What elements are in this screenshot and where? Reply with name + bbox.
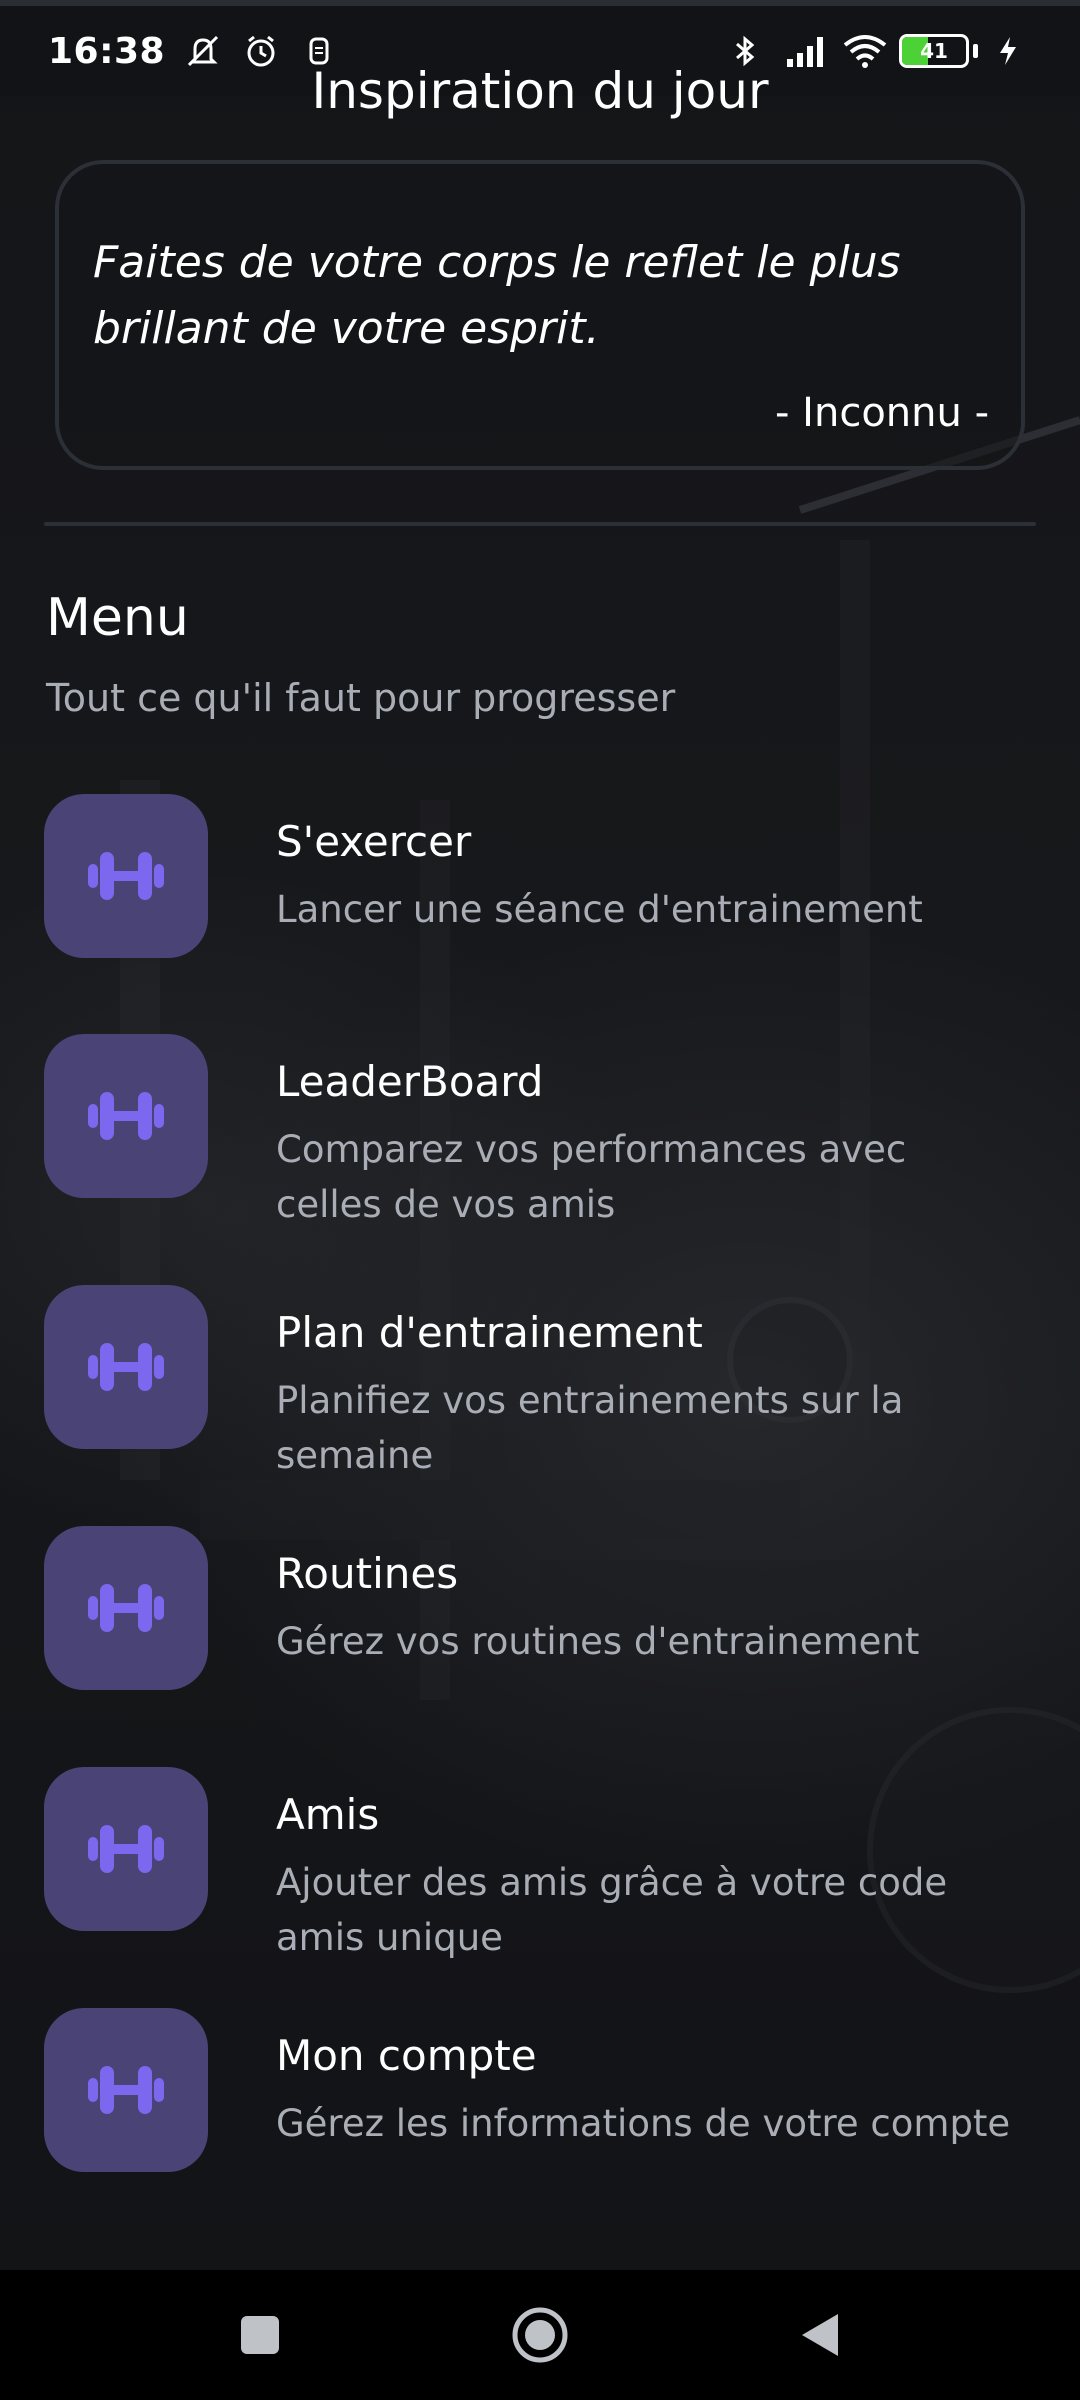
menu-title: Menu xyxy=(46,588,189,648)
menu-item-desc-line: amis unique xyxy=(276,1916,503,1959)
menu-item-desc: Comparez vos performances avec celles de… xyxy=(276,1122,906,1232)
quote-author: - Inconnu - xyxy=(775,390,989,436)
section-divider xyxy=(44,522,1036,526)
menu-item-title: LeaderBoard xyxy=(276,1057,544,1106)
menu-item-routines[interactable]: Routines Gérez vos routines d'entraineme… xyxy=(44,1526,1044,1690)
menu-subtitle: Tout ce qu'il faut pour progresser xyxy=(46,676,676,720)
menu-item-desc-line: celles de vos amis xyxy=(276,1183,616,1226)
menu-item-desc-line: Comparez vos performances avec xyxy=(276,1128,907,1171)
menu-item-title: Routines xyxy=(276,1549,459,1598)
menu-item-sexercer[interactable]: S'exercer Lancer une séance d'entraineme… xyxy=(44,794,1044,958)
menu-item-plan-entrainement[interactable]: Plan d'entrainement Planifiez vos entrai… xyxy=(44,1285,1044,1483)
dumbbell-icon xyxy=(44,1034,208,1198)
menu-item-desc: Gérez les informations de votre compte xyxy=(276,2096,1010,2151)
menu-item-title: Plan d'entrainement xyxy=(276,1308,703,1357)
battery-level: 41 xyxy=(920,39,948,63)
menu-item-desc: Lancer une séance d'entrainement xyxy=(276,882,923,937)
menu-item-desc-line: semaine xyxy=(276,1434,434,1477)
menu-item-title: Amis xyxy=(276,1790,380,1839)
menu-item-mon-compte[interactable]: Mon compte Gérez les informations de vot… xyxy=(44,2008,1044,2172)
menu-item-desc: Gérez vos routines d'entrainement xyxy=(276,1614,919,1669)
home-circle-icon[interactable] xyxy=(505,2300,575,2370)
navigation-bar xyxy=(0,2270,1080,2400)
menu-item-desc-line: Gérez vos routines d'entrainement xyxy=(276,1620,920,1663)
menu-item-title: S'exercer xyxy=(276,817,472,866)
menu-item-title: Mon compte xyxy=(276,2031,537,2080)
recents-square-icon[interactable] xyxy=(225,2300,295,2370)
inspiration-title: Inspiration du jour xyxy=(311,62,769,120)
menu-item-desc-line: Lancer une séance d'entrainement xyxy=(276,888,923,931)
quote-line-1: Faites de votre corps le reflet le plus xyxy=(93,237,901,288)
dumbbell-icon xyxy=(44,794,208,958)
dumbbell-icon xyxy=(44,2008,208,2172)
quote-text: Faites de votre corps le reflet le plus … xyxy=(93,230,987,362)
menu-item-desc-line: Gérez les informations de votre compte xyxy=(276,2102,1011,2145)
menu-item-desc-line: Planifiez vos entrainements sur la xyxy=(276,1379,904,1422)
menu-item-desc: Ajouter des amis grâce à votre code amis… xyxy=(276,1855,947,1965)
quote-line-2: brillant de votre esprit. xyxy=(93,303,600,354)
menu-item-desc-line: Ajouter des amis grâce à votre code xyxy=(276,1861,948,1904)
dumbbell-icon xyxy=(44,1767,208,1931)
menu-item-leaderboard[interactable]: LeaderBoard Comparez vos performances av… xyxy=(44,1034,1044,1232)
dumbbell-icon xyxy=(44,1285,208,1449)
menu-item-desc: Planifiez vos entrainements sur la semai… xyxy=(276,1373,903,1483)
menu-item-amis[interactable]: Amis Ajouter des amis grâce à votre code… xyxy=(44,1767,1044,1965)
quote-card: Faites de votre corps le reflet le plus … xyxy=(55,160,1025,470)
back-triangle-icon[interactable] xyxy=(785,2300,855,2370)
dumbbell-icon xyxy=(44,1526,208,1690)
